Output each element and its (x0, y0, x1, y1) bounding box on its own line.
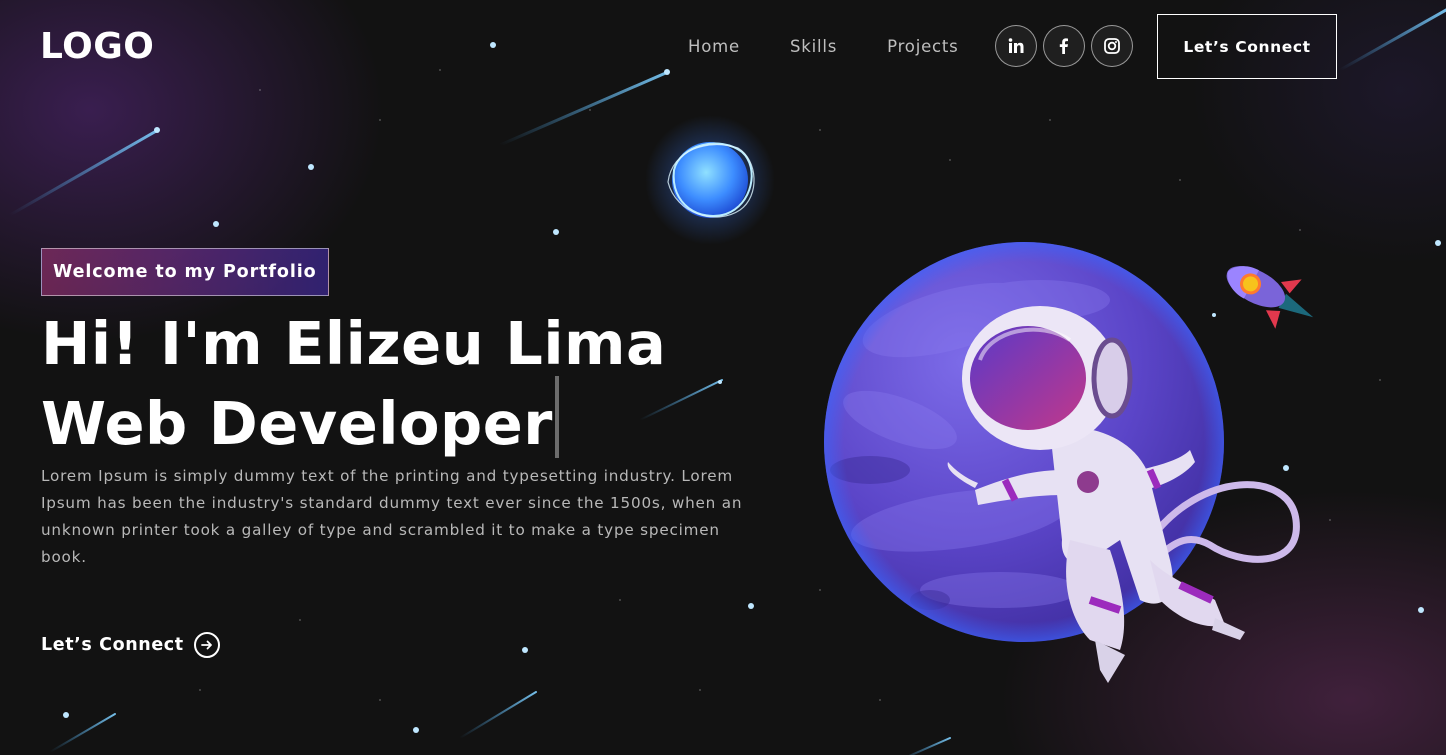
nav-link-projects[interactable]: Projects (887, 37, 958, 57)
nav-link-skills[interactable]: Skills (790, 37, 837, 57)
hero-connect-label: Let’s Connect (41, 635, 184, 655)
typing-cursor (554, 376, 559, 458)
logo[interactable]: LOGO (40, 27, 154, 67)
main-nav: Home Skills Projects (688, 37, 1009, 57)
blue-orb (645, 115, 775, 245)
instagram-icon (1104, 38, 1120, 54)
rocket (1226, 266, 1314, 329)
connect-button[interactable]: Let’s Connect (1157, 14, 1337, 79)
hero-intro: Lorem Ipsum is simply dummy text of the … (41, 467, 743, 566)
facebook-icon (1059, 38, 1068, 54)
social-links (995, 25, 1133, 67)
linkedin-link[interactable] (995, 25, 1037, 67)
instagram-link[interactable] (1091, 25, 1133, 67)
tagline-badge: Welcome to my Portfolio (41, 248, 329, 296)
facebook-link[interactable] (1043, 25, 1085, 67)
hero-headline-text: Hi! I'm Elizeu Lima Web Developer (41, 309, 667, 458)
hero-headline: Hi! I'm Elizeu Lima Web Developer (41, 312, 801, 458)
linkedin-icon (1008, 38, 1024, 53)
nav-link-home[interactable]: Home (688, 37, 740, 57)
hero-connect-link[interactable]: Let’s Connect (41, 632, 220, 658)
arrow-right-circle-icon (193, 632, 220, 658)
